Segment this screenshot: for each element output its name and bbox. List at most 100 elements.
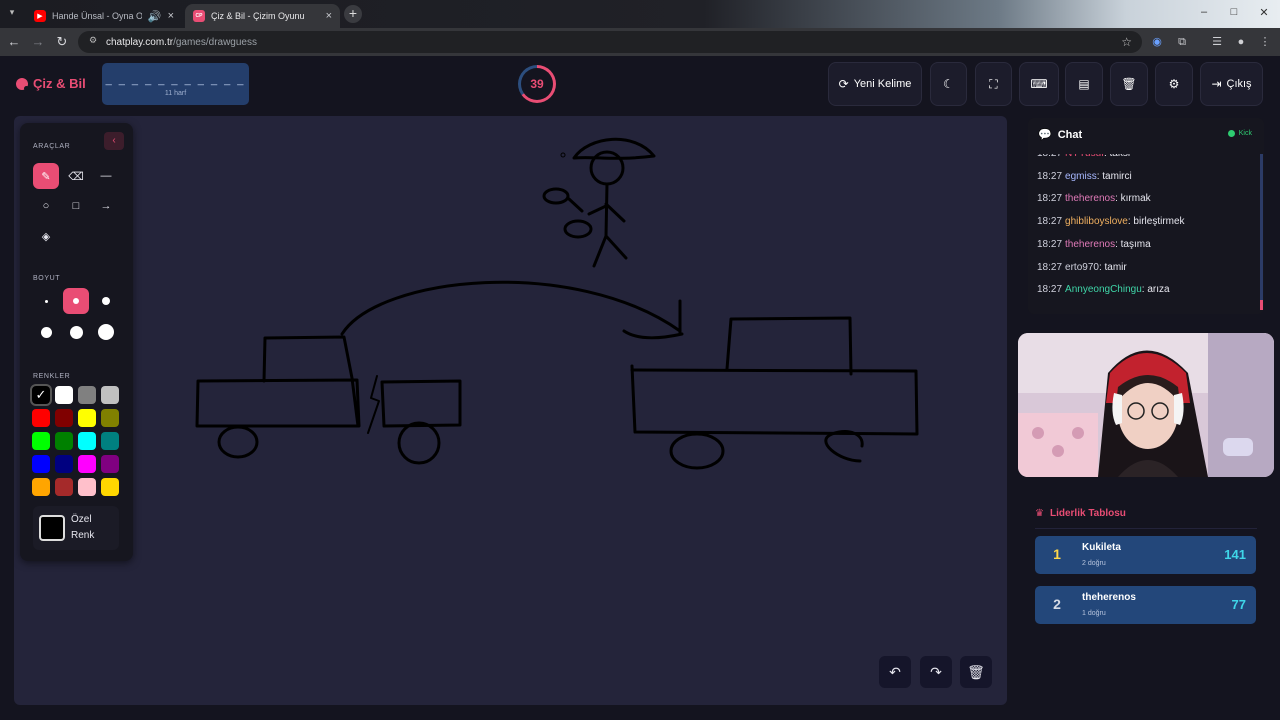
reading-list-icon[interactable]: ☰ <box>1210 35 1224 49</box>
color-swatch[interactable] <box>78 386 96 404</box>
chat-username[interactable]: ghibliboyslove <box>1065 216 1128 227</box>
chat-message-list[interactable]: 18:27NYYusuf: taksi18:27egmiss: tamirci1… <box>1028 154 1264 314</box>
chat-username[interactable]: theherenos <box>1065 193 1115 204</box>
trash-icon: 🗑 <box>967 663 985 680</box>
tab-title: Hande Ünsal - Oyna Oyna <box>52 11 142 21</box>
sketch-left-truck-body <box>195 378 361 428</box>
reload-icon[interactable]: ↻ <box>54 34 70 50</box>
brush-tool-button[interactable]: ✎ <box>33 163 59 189</box>
size-option-5[interactable] <box>63 319 89 345</box>
chat-text-value: birleştirmek <box>1133 216 1185 228</box>
arrow-tool-button[interactable]: → <box>93 193 119 219</box>
arrow-right-icon: → <box>100 200 112 212</box>
chat-username[interactable]: erto970 <box>1065 262 1099 273</box>
custom-color-swatch <box>39 515 65 541</box>
close-tab-icon[interactable]: × <box>168 10 174 22</box>
color-swatch[interactable] <box>55 409 73 427</box>
new-tab-button[interactable]: + <box>344 5 362 23</box>
eraser-tool-button[interactable]: ⌫ <box>63 163 89 189</box>
browser-toolbar: ← → ↻ ⚙ chatplay.com.tr/games/drawguess … <box>0 28 1280 56</box>
size-dot <box>98 324 114 340</box>
chat-username[interactable]: NYYusuf <box>1065 154 1104 159</box>
maximize-icon[interactable]: □ <box>1224 6 1244 18</box>
color-swatch[interactable] <box>78 432 96 450</box>
color-swatch[interactable] <box>55 455 73 473</box>
chat-username[interactable]: theherenos <box>1065 239 1115 250</box>
collapse-panel-button[interactable]: ‹ <box>104 132 124 150</box>
chat-username[interactable]: AnnyeongChingu <box>1065 284 1142 295</box>
leaderboard-correct-count: 2 doğru <box>1082 560 1106 567</box>
profile-avatar-icon[interactable]: ● <box>1234 35 1248 49</box>
color-swatch[interactable] <box>55 432 73 450</box>
chat-text: : birleştirmek <box>1127 216 1185 228</box>
color-swatch[interactable] <box>55 478 73 496</box>
chat-text-value: arıza <box>1147 284 1170 296</box>
clear-canvas-header-button[interactable]: 🗑 <box>1110 62 1148 106</box>
back-arrow-icon[interactable]: ← <box>6 34 22 50</box>
color-swatch[interactable] <box>32 409 50 427</box>
chat-username[interactable]: egmiss <box>1065 171 1097 182</box>
color-swatch[interactable] <box>78 409 96 427</box>
square-icon: □ <box>72 200 80 212</box>
size-option-4[interactable] <box>33 319 59 345</box>
color-swatch[interactable] <box>101 455 119 473</box>
color-swatch[interactable] <box>32 432 50 450</box>
refresh-icon: ⟳ <box>838 77 849 91</box>
close-tab-icon[interactable]: × <box>326 10 332 22</box>
bookmark-star-icon[interactable]: ☆ <box>1121 35 1132 49</box>
fill-tool-button[interactable]: ◈ <box>33 223 59 249</box>
chat-scrollbar[interactable] <box>1260 154 1263 310</box>
drawing-canvas[interactable]: ARAÇLAR ‹ ✎ ⌫ — ○ □ → ◈ BOYUT RENKLER ✓ … <box>14 116 1007 705</box>
color-swatch[interactable] <box>55 386 73 404</box>
size-option-1[interactable] <box>33 288 59 314</box>
size-option-6[interactable] <box>93 319 119 345</box>
color-swatch[interactable] <box>32 478 50 496</box>
site-info-icon[interactable]: ⚙ <box>86 35 100 49</box>
sketch-right-wheel-1 <box>669 432 725 470</box>
extension-icon[interactable]: ◉ <box>1150 35 1164 49</box>
line-tool-button[interactable]: — <box>93 163 119 189</box>
chat-time: 18:27 <box>1037 261 1063 273</box>
rectangle-tool-button[interactable]: □ <box>63 193 89 219</box>
word-mask: _ _ _ _ _ _ _ _ _ _ _ <box>105 74 246 86</box>
archive-button[interactable]: ▤ <box>1065 62 1103 106</box>
theme-toggle-button[interactable]: ☾ <box>930 62 967 106</box>
color-swatch[interactable] <box>101 409 119 427</box>
tab-search-icon[interactable]: ▾ <box>4 7 20 21</box>
browser-menu-icon[interactable]: ⋮ <box>1258 35 1272 49</box>
audio-icon[interactable]: 🔊 <box>148 10 162 23</box>
sketch-left-wheel-2 <box>397 421 441 465</box>
custom-color-button[interactable]: Özel Renk <box>33 506 119 550</box>
forward-arrow-icon[interactable]: → <box>30 34 46 50</box>
leaderboard-score: 77 <box>1231 597 1246 612</box>
size-option-2[interactable] <box>63 288 89 314</box>
color-swatch[interactable]: ✓ <box>30 384 52 406</box>
settings-button[interactable]: ⚙ <box>1155 62 1193 106</box>
fullscreen-button[interactable]: ⛶ <box>975 62 1012 106</box>
color-swatch[interactable] <box>101 478 119 496</box>
color-swatch[interactable] <box>78 455 96 473</box>
undo-button[interactable]: ↶ <box>879 656 911 688</box>
sign-out-icon: ⇥ <box>1211 77 1222 91</box>
color-swatch[interactable] <box>32 455 50 473</box>
circle-tool-button[interactable]: ○ <box>33 193 59 219</box>
app-logo[interactable]: Çiz & Bil <box>16 76 86 91</box>
browser-tab-youtube[interactable]: ▶ Hande Ünsal - Oyna Oyna 🔊 × <box>26 4 182 28</box>
color-swatch[interactable] <box>101 386 119 404</box>
clear-canvas-button[interactable]: 🗑 <box>960 656 992 688</box>
color-swatch[interactable] <box>101 432 119 450</box>
keyboard-button[interactable]: ⌨ <box>1019 62 1059 106</box>
exit-button[interactable]: ⇥ Çıkış <box>1200 62 1263 106</box>
redo-button[interactable]: ↷ <box>920 656 952 688</box>
youtube-icon: ▶ <box>34 10 46 22</box>
minimize-icon[interactable]: – <box>1194 6 1214 18</box>
url-host: chatplay.com.tr <box>106 36 174 48</box>
size-option-3[interactable] <box>93 288 119 314</box>
new-word-button[interactable]: ⟳ Yeni Kelime <box>828 62 922 106</box>
extensions-puzzle-icon[interactable]: ⧉ <box>1175 35 1189 49</box>
address-bar[interactable]: ⚙ chatplay.com.tr/games/drawguess ☆ <box>78 31 1142 53</box>
color-swatch[interactable] <box>78 478 96 496</box>
close-window-icon[interactable]: ✕ <box>1254 6 1274 19</box>
browser-tab-drawgame[interactable]: CP Çiz & Bil - Çizim Oyunu × <box>185 4 340 28</box>
chat-message: 18:27 theherenos: kırmak <box>1037 193 1151 204</box>
